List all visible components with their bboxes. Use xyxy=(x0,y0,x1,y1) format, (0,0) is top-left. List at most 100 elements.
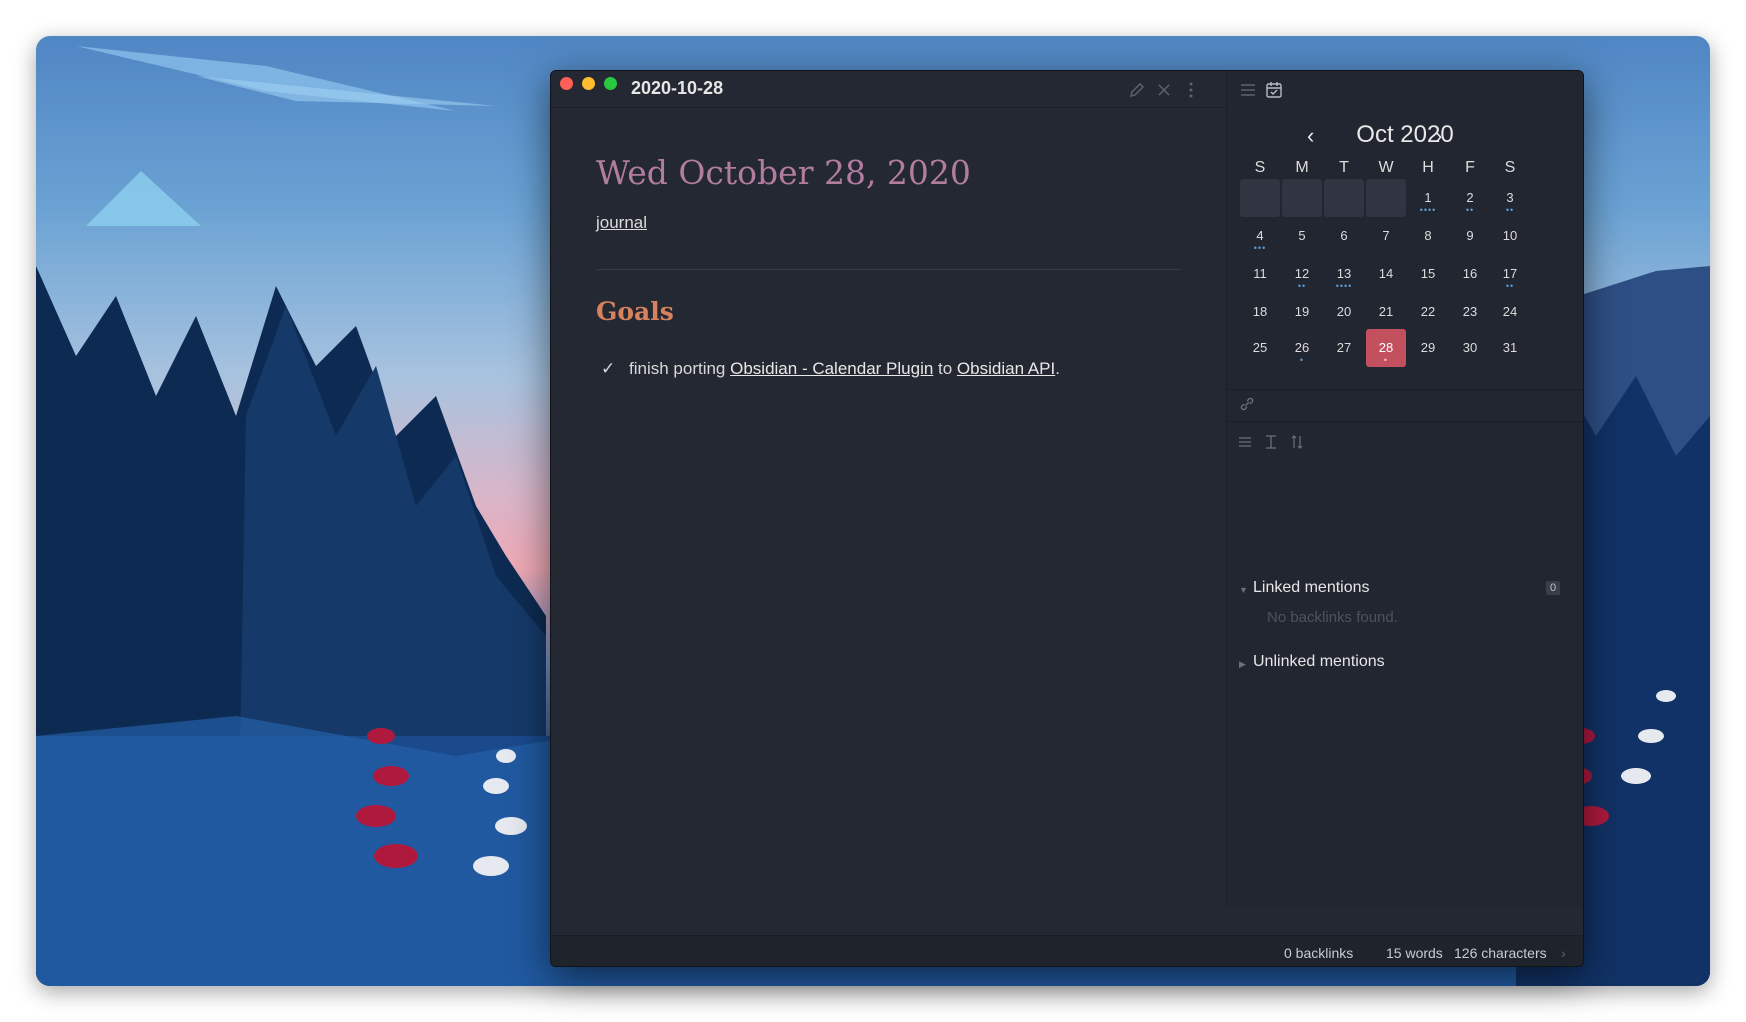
day-number: 5 xyxy=(1298,228,1306,243)
maximize-window-button[interactable] xyxy=(604,77,617,90)
edit-pencil-icon[interactable] xyxy=(1128,81,1146,99)
task-text-after: . xyxy=(1055,359,1060,378)
weekday-label: S xyxy=(1504,159,1516,176)
month-label: Oct 2020 xyxy=(1356,121,1454,148)
calendar-day[interactable]: 26 • xyxy=(1282,329,1322,367)
day-number: 24 xyxy=(1502,304,1518,319)
calendar-day[interactable]: 29 xyxy=(1408,329,1448,367)
day-number: 28 xyxy=(1378,340,1394,355)
empty-day-cell xyxy=(1366,179,1406,217)
chevron-right-icon[interactable]: › xyxy=(1561,945,1566,961)
calendar-tab-icon[interactable] xyxy=(1265,81,1283,99)
calendar-day[interactable]: 16 xyxy=(1450,255,1490,293)
calendar-day[interactable]: 13 •••• xyxy=(1324,255,1364,293)
no-backlinks-message: No backlinks found. xyxy=(1267,609,1398,626)
calendar-day[interactable]: 19 xyxy=(1282,293,1322,331)
calendar-day[interactable]: 20 xyxy=(1324,293,1364,331)
weekday-label: F xyxy=(1465,159,1475,176)
note-dots: •• xyxy=(1505,205,1515,215)
calendar-day[interactable]: 9 xyxy=(1450,217,1490,255)
triangle-down-icon[interactable]: ▼ xyxy=(1239,585,1248,595)
calendar-day[interactable]: 6 xyxy=(1324,217,1364,255)
day-number: 10 xyxy=(1502,228,1518,243)
calendar-day[interactable]: 23 xyxy=(1450,293,1490,331)
calendar-day[interactable]: 5 xyxy=(1282,217,1322,255)
day-number: 11 xyxy=(1253,266,1267,281)
note-dots: • xyxy=(1383,355,1389,365)
weekday-label: W xyxy=(1378,159,1394,176)
day-number: 25 xyxy=(1252,340,1268,355)
day-number: 27 xyxy=(1336,340,1352,355)
day-number: 15 xyxy=(1420,266,1436,281)
checkmark-icon[interactable]: ✓ xyxy=(601,359,619,379)
task-text-middle: to xyxy=(933,359,957,378)
obsidian-window: 2020-10-28 Wed October 28, 2020 journal … xyxy=(550,70,1584,967)
day-number: 2 xyxy=(1466,190,1474,205)
calendar-day[interactable]: 15 xyxy=(1408,255,1448,293)
day-number: 21 xyxy=(1378,304,1394,319)
editor-pane[interactable]: Wed October 28, 2020 journal Goals ✓ fini… xyxy=(551,107,1226,907)
show-more-context-icon[interactable] xyxy=(1263,434,1279,450)
minimize-window-button[interactable] xyxy=(582,77,595,90)
day-number: 29 xyxy=(1420,340,1436,355)
day-number: 26 xyxy=(1294,340,1310,355)
calendar-day[interactable]: 22 xyxy=(1408,293,1448,331)
note-title: 2020-10-28 xyxy=(631,78,724,98)
close-window-button[interactable] xyxy=(560,77,573,90)
more-options-icon[interactable] xyxy=(1182,81,1200,99)
day-number: 31 xyxy=(1502,340,1518,355)
linked-count-badge: 0 xyxy=(1546,581,1560,595)
day-number: 7 xyxy=(1382,228,1390,243)
close-pane-icon[interactable] xyxy=(1155,81,1173,99)
note-dots: •••• xyxy=(1419,205,1437,215)
calendar-day[interactable]: 10 xyxy=(1490,217,1530,255)
note-dots: •• xyxy=(1505,281,1515,291)
day-number: 8 xyxy=(1424,228,1432,243)
calendar-day[interactable]: 31 xyxy=(1490,329,1530,367)
day-number: 30 xyxy=(1462,340,1478,355)
day-number: 13 xyxy=(1336,266,1352,281)
backlinks-count: 0 backlinks xyxy=(1284,945,1354,961)
calendar-day[interactable]: 14 xyxy=(1366,255,1406,293)
calendar-day[interactable]: 24 xyxy=(1490,293,1530,331)
sort-icon[interactable] xyxy=(1289,434,1305,450)
calendar-day[interactable]: 12 •• xyxy=(1282,255,1322,293)
day-number: 6 xyxy=(1340,228,1348,243)
chevron-right-icon[interactable]: › xyxy=(1435,123,1442,149)
link-icon[interactable] xyxy=(1239,396,1255,412)
calendar-plugin-link[interactable]: Obsidian - Calendar Plugin xyxy=(730,359,933,378)
unlinked-mentions-title[interactable]: Unlinked mentions xyxy=(1253,653,1385,671)
calendar-day[interactable]: 17 •• xyxy=(1490,255,1530,293)
word-count: 15 words xyxy=(1386,945,1443,961)
linked-mentions-title[interactable]: Linked mentions xyxy=(1253,579,1370,597)
calendar-day[interactable]: 18 xyxy=(1240,293,1280,331)
calendar-day[interactable]: 1 •••• xyxy=(1408,179,1448,217)
calendar-day[interactable]: 4 ••• xyxy=(1240,217,1280,255)
note-dots: •• xyxy=(1297,281,1307,291)
horizontal-rule xyxy=(596,269,1181,270)
triangle-right-icon[interactable]: ▶ xyxy=(1239,659,1246,670)
outline-list-icon[interactable] xyxy=(1239,81,1257,99)
day-number: 22 xyxy=(1420,304,1436,319)
collapse-results-icon[interactable] xyxy=(1237,434,1253,450)
title-bar: 2020-10-28 xyxy=(551,71,1226,108)
calendar-day[interactable]: 7 xyxy=(1366,217,1406,255)
calendar-day[interactable]: 8 xyxy=(1408,217,1448,255)
day-number: 9 xyxy=(1466,228,1474,243)
obsidian-api-link[interactable]: Obsidian API xyxy=(957,359,1055,378)
calendar-day[interactable]: 27 xyxy=(1324,329,1364,367)
calendar-day[interactable]: 11 xyxy=(1240,255,1280,293)
journal-link[interactable]: journal xyxy=(596,213,647,233)
status-bar: 0 backlinks 15 words 126 characters › xyxy=(551,935,1583,966)
calendar-day[interactable]: 21 xyxy=(1366,293,1406,331)
calendar-day[interactable]: 2 •• xyxy=(1450,179,1490,217)
task-text-before: finish porting xyxy=(629,359,731,378)
calendar-day[interactable]: 30 xyxy=(1450,329,1490,367)
weekday-label: S xyxy=(1254,159,1266,176)
calendar-day[interactable]: 25 xyxy=(1240,329,1280,367)
task-item[interactable]: ✓ finish porting Obsidian - Calendar Plug… xyxy=(601,359,1060,379)
calendar-day-today[interactable]: 28 • xyxy=(1366,329,1406,367)
day-number: 3 xyxy=(1506,190,1514,205)
calendar-day[interactable]: 3 •• xyxy=(1490,179,1530,217)
day-number: 18 xyxy=(1252,304,1268,319)
